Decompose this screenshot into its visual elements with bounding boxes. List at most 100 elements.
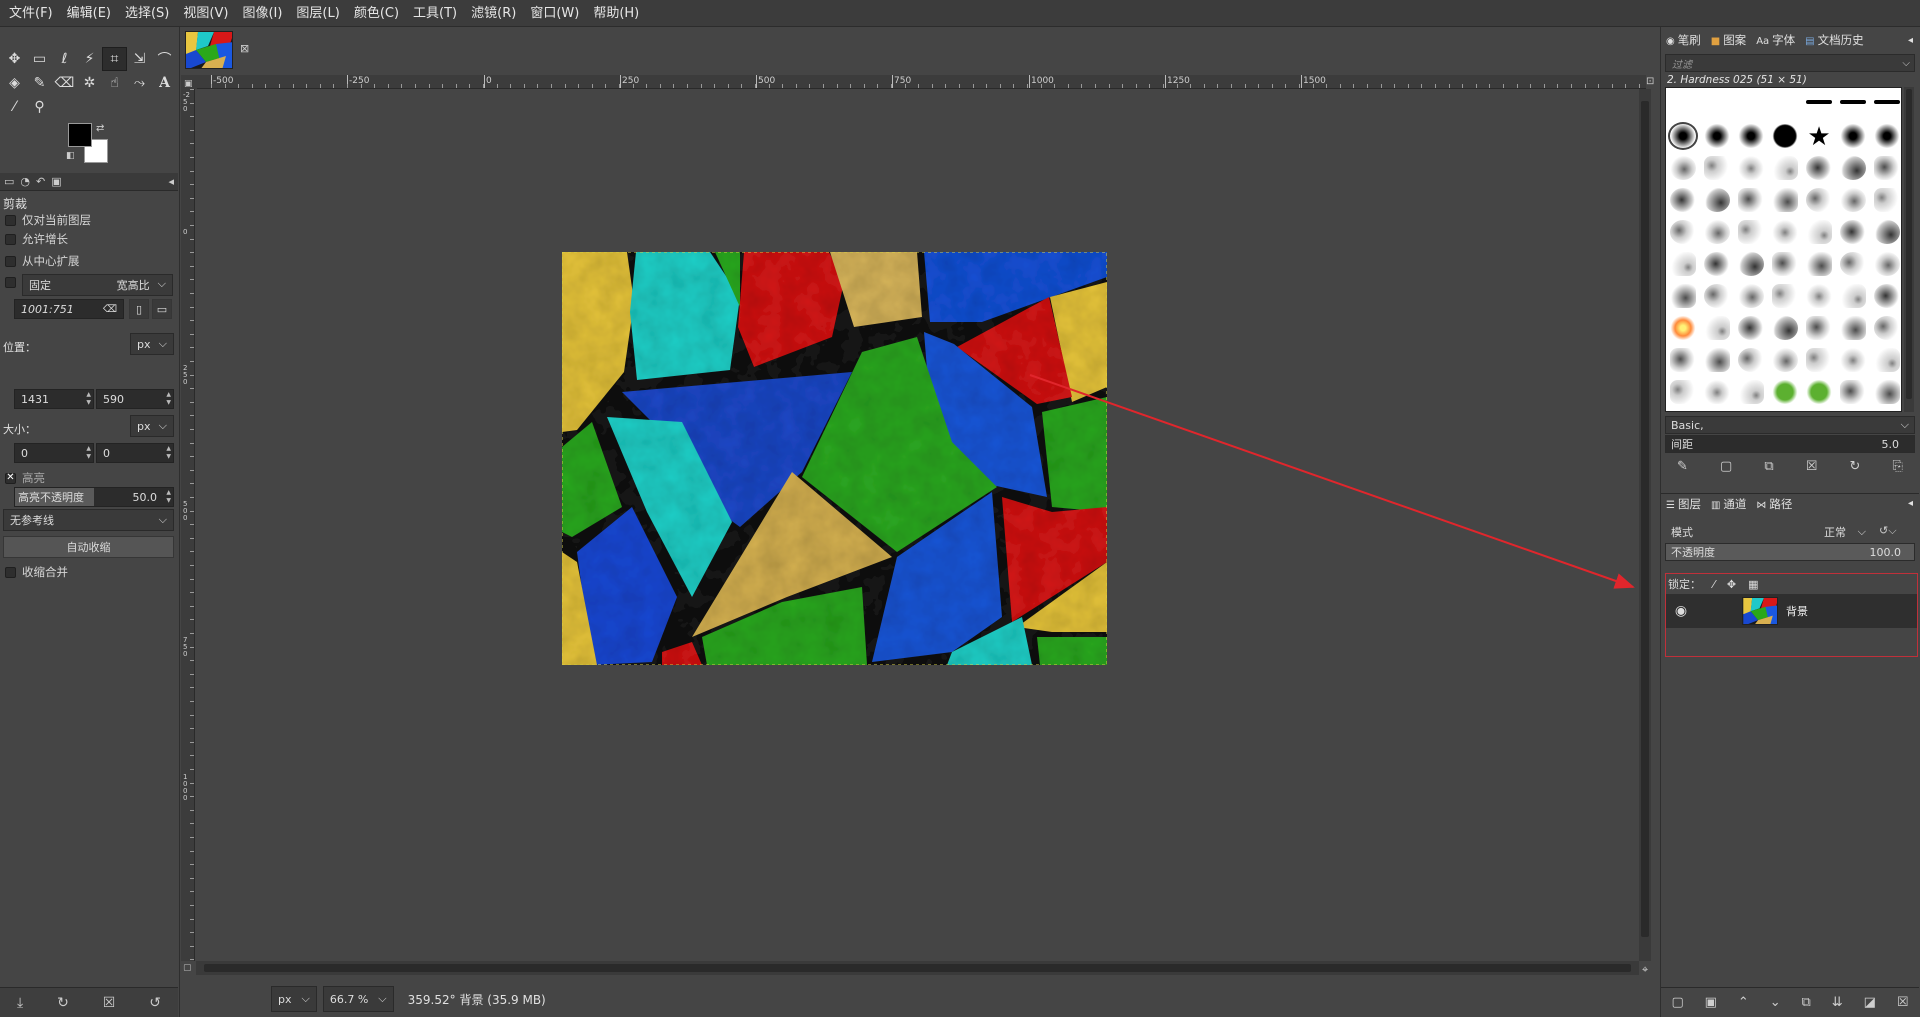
- brush-preview[interactable]: [1704, 348, 1730, 372]
- brush-preview[interactable]: [1670, 220, 1696, 244]
- brush-preview[interactable]: [1874, 252, 1900, 276]
- image-tab-thumbnail[interactable]: [185, 31, 233, 69]
- brush-preview[interactable]: [1670, 380, 1696, 404]
- dock-menu-icon[interactable]: ◂: [1908, 35, 1913, 46]
- brush-preview[interactable]: [1840, 188, 1866, 212]
- brush-preview[interactable]: [1840, 220, 1866, 244]
- swap-colors-icon[interactable]: ⇄: [96, 123, 104, 134]
- menu-filters[interactable]: 滤镜(R): [464, 0, 523, 27]
- brush-preview[interactable]: [1874, 156, 1900, 180]
- tab-patterns[interactable]: ■ 图案: [1711, 32, 1746, 48]
- free-select-tool-icon[interactable]: ℓ: [52, 47, 77, 71]
- brush-preview[interactable]: [1704, 316, 1730, 340]
- color-picker-tool-icon[interactable]: ⁄: [2, 95, 27, 119]
- tab-menu-icon[interactable]: ◂: [168, 175, 174, 188]
- vertical-scrollbar[interactable]: [1639, 89, 1651, 961]
- brush-preview[interactable]: [1806, 380, 1832, 404]
- tab-layers[interactable]: ☰ 图层: [1666, 496, 1701, 512]
- refresh-brushes-icon[interactable]: ↻: [1850, 459, 1861, 474]
- highlight-checkbox[interactable]: ✕: [5, 472, 16, 484]
- guides-combo[interactable]: 无参考线 ⌵: [3, 509, 174, 531]
- brush-preview[interactable]: [1840, 156, 1866, 180]
- menu-layer[interactable]: 图层(L): [289, 0, 346, 27]
- layer-item[interactable]: ◉ 背景: [1666, 594, 1917, 628]
- brush-preview[interactable]: [1738, 188, 1764, 212]
- paintbrush-tool-icon[interactable]: ✎: [27, 71, 52, 95]
- zoom-to-fit-icon[interactable]: ⊡: [1646, 76, 1654, 87]
- menu-view[interactable]: 视图(V): [176, 0, 235, 27]
- brush-preview[interactable]: [1840, 284, 1866, 308]
- spin-arrows-icon[interactable]: ▲ ▼: [86, 391, 91, 407]
- brush-preview[interactable]: [1738, 348, 1764, 372]
- horizontal-ruler[interactable]: -500 -250 0 250 500 750 1000 1250 1500: [197, 75, 1646, 89]
- brush-preview[interactable]: [1806, 316, 1832, 340]
- brush-preview[interactable]: [1670, 348, 1696, 372]
- brush-preview[interactable]: [1874, 380, 1900, 404]
- brush-preview[interactable]: [1874, 124, 1900, 148]
- visibility-eye-icon[interactable]: ◉: [1666, 603, 1696, 619]
- menu-windows[interactable]: 窗口(W): [523, 0, 586, 27]
- merge-layer-icon[interactable]: ⇊: [1832, 995, 1843, 1010]
- brush-preview[interactable]: [1806, 100, 1832, 104]
- tab-fonts[interactable]: Aa 字体: [1756, 32, 1795, 48]
- undo-history-tab-icon[interactable]: ↶: [36, 175, 45, 188]
- brush-preview[interactable]: [1704, 100, 1730, 102]
- brush-preview[interactable]: [1738, 252, 1764, 276]
- fuzzy-select-tool-icon[interactable]: ⚡: [77, 47, 102, 71]
- brush-preview[interactable]: [1738, 284, 1764, 308]
- vertical-scroll-thumb[interactable]: [1641, 101, 1649, 937]
- text-tool-icon[interactable]: A: [152, 71, 177, 95]
- brush-preview[interactable]: ★: [1806, 124, 1832, 150]
- brush-preview[interactable]: [1704, 220, 1730, 244]
- brush-preview[interactable]: [1670, 316, 1696, 340]
- brush-preview[interactable]: [1704, 284, 1730, 308]
- brush-preview[interactable]: [1772, 124, 1798, 148]
- mode-combo[interactable]: 正常 ⌵: [1819, 521, 1871, 543]
- brush-preview[interactable]: [1840, 348, 1866, 372]
- brush-preview[interactable]: [1840, 124, 1866, 148]
- brush-preview[interactable]: [1806, 220, 1832, 244]
- brush-preview[interactable]: [1738, 124, 1764, 148]
- allow-growing-option[interactable]: 允许增长: [5, 231, 68, 247]
- brush-scrollbar[interactable]: [1904, 87, 1914, 412]
- brush-preview[interactable]: [1772, 252, 1798, 276]
- delete-options-icon[interactable]: ☒: [103, 995, 116, 1011]
- menu-image[interactable]: 图像(I): [235, 0, 289, 27]
- reset-options-icon[interactable]: ↺: [149, 995, 161, 1011]
- new-layer-group-icon[interactable]: ▣: [1705, 995, 1717, 1010]
- spacing-slider[interactable]: 间距 5.0: [1665, 435, 1915, 453]
- brush-preview[interactable]: [1772, 316, 1798, 340]
- menu-colors[interactable]: 颜色(C): [347, 0, 406, 27]
- size-w-field[interactable]: 0 ▲ ▼: [14, 443, 94, 463]
- brush-scroll-thumb[interactable]: [1906, 89, 1912, 399]
- transform-tool-icon[interactable]: ⇲: [127, 47, 152, 71]
- brush-preview[interactable]: [1668, 122, 1698, 150]
- device-status-tab-icon[interactable]: ◔: [20, 175, 30, 188]
- clone-tool-icon[interactable]: ✲: [77, 71, 102, 95]
- menu-select[interactable]: 选择(S): [118, 0, 176, 27]
- brush-preview[interactable]: [1806, 156, 1832, 180]
- brush-preview[interactable]: [1772, 284, 1798, 308]
- lower-layer-icon[interactable]: ⌄: [1770, 995, 1781, 1010]
- image-canvas[interactable]: [196, 89, 1639, 961]
- brush-preview[interactable]: [1772, 220, 1798, 244]
- shrink-merged-checkbox[interactable]: [5, 566, 16, 578]
- fixed-mode-combo[interactable]: 固定 宽高比 ⌵: [22, 274, 173, 296]
- brush-preview[interactable]: [1738, 380, 1764, 404]
- ratio-field[interactable]: 1001:751 ⌫: [14, 299, 124, 319]
- paths-tool-icon[interactable]: ⤳: [127, 71, 152, 95]
- restore-options-icon[interactable]: ↻: [57, 995, 69, 1011]
- brush-preview[interactable]: [1670, 188, 1696, 212]
- crop-tool-icon[interactable]: ⌗: [102, 47, 127, 71]
- brush-preview[interactable]: [1840, 316, 1866, 340]
- tab-doc-history[interactable]: ▤ 文档历史: [1805, 32, 1863, 48]
- brush-preview[interactable]: [1874, 220, 1900, 244]
- brush-preview[interactable]: [1738, 156, 1764, 180]
- brush-preview[interactable]: [1874, 188, 1900, 212]
- smudge-tool-icon[interactable]: ☝: [102, 71, 127, 95]
- fixed-option[interactable]: [5, 277, 16, 288]
- navigate-icon[interactable]: ⌖: [1642, 963, 1648, 977]
- delete-layer-icon[interactable]: ☒: [1897, 995, 1909, 1010]
- portrait-icon[interactable]: ▯: [129, 299, 149, 319]
- brush-filter-input[interactable]: 过滤 ⌵: [1665, 54, 1915, 72]
